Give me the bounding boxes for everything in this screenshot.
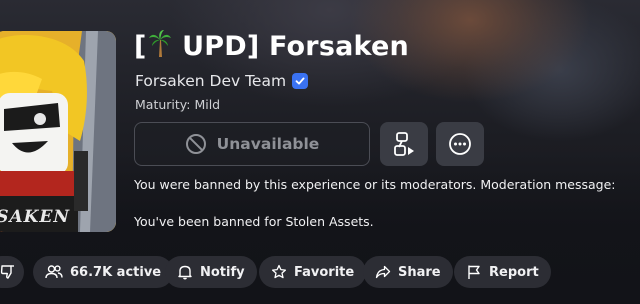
share-button[interactable]: Share: [363, 256, 453, 288]
people-icon: [45, 264, 63, 280]
palm-tree-icon: [148, 30, 171, 58]
thumbnail-logo-text: SAKEN: [0, 207, 72, 227]
ban-message: You were banned by this experience or it…: [134, 177, 616, 192]
avatar-switch-button[interactable]: [380, 122, 428, 166]
report-button[interactable]: Report: [454, 256, 551, 288]
ban-icon: [185, 133, 207, 155]
share-label: Share: [398, 264, 441, 280]
more-options-button[interactable]: [436, 122, 484, 166]
ellipsis-icon: [448, 132, 472, 156]
title-text: UPD] Forsaken: [172, 31, 409, 62]
maturity-rating: Maturity: Mild: [135, 97, 221, 112]
notify-label: Notify: [200, 264, 245, 280]
play-button[interactable]: Unavailable: [134, 122, 370, 166]
thumbs-down-icon: [0, 264, 16, 280]
active-players-chip: 66.7K active: [33, 256, 174, 288]
ban-reason: You've been banned for Stolen Assets.: [134, 214, 374, 229]
thumbnail-art: [0, 31, 116, 232]
experience-thumbnail[interactable]: SAKEN: [0, 31, 116, 232]
shapes-play-icon: [391, 131, 417, 157]
creator-link[interactable]: Forsaken Dev Team: [135, 72, 309, 90]
favorite-button[interactable]: Favorite: [259, 256, 367, 288]
action-bar: 66.7K active Notify Favorite Share Repor…: [0, 256, 640, 288]
active-count: 66.7K active: [70, 264, 162, 280]
title-prefix: [: [134, 31, 147, 62]
dislike-button[interactable]: [0, 256, 24, 288]
share-arrow-icon: [375, 264, 391, 280]
creator-name: Forsaken Dev Team: [135, 72, 287, 90]
bell-icon: [177, 264, 193, 280]
star-icon: [271, 264, 287, 280]
flag-icon: [466, 264, 482, 280]
verified-badge-icon: [292, 73, 309, 89]
experience-title: [ UPD] Forsaken: [134, 30, 409, 64]
play-button-label: Unavailable: [216, 135, 320, 153]
report-label: Report: [489, 264, 539, 280]
favorite-label: Favorite: [294, 264, 355, 280]
notify-button[interactable]: Notify: [165, 256, 257, 288]
